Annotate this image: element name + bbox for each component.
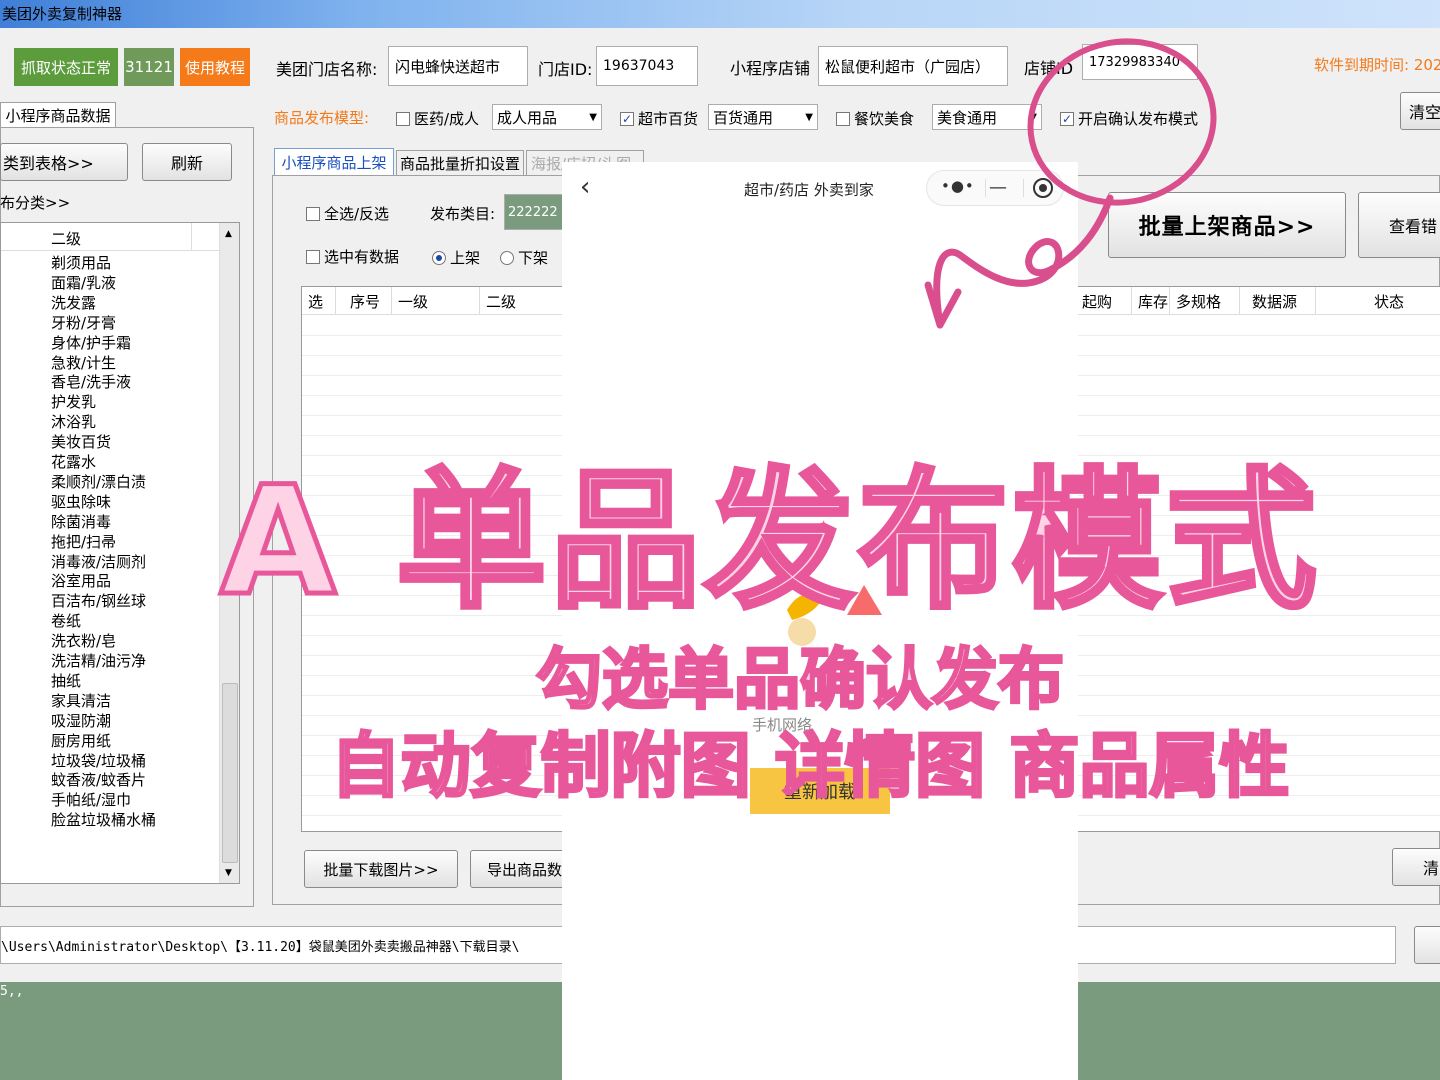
scroll-thumb[interactable]: [222, 683, 238, 863]
list-item[interactable]: 牙粉/牙膏: [51, 313, 116, 333]
checkbox-icon[interactable]: [306, 206, 320, 221]
list-item[interactable]: 抽纸: [51, 671, 81, 691]
col-index[interactable]: 序号: [336, 287, 392, 315]
tutorial-button[interactable]: 使用教程: [180, 48, 250, 86]
to-table-button[interactable]: 类到表格>>: [0, 143, 128, 181]
check-error-button[interactable]: 查看错: [1358, 192, 1440, 258]
list-item[interactable]: 沐浴乳: [51, 412, 96, 432]
scroll-down-icon[interactable]: ▼: [225, 868, 232, 878]
list-item[interactable]: 剃须用品: [51, 253, 111, 273]
tab-mini-program-listing[interactable]: 小程序商品上架: [274, 148, 394, 176]
col-select[interactable]: 选: [302, 287, 336, 315]
publish-category-field[interactable]: 222222: [504, 194, 564, 230]
list-item[interactable]: 脸盆垃圾桶水桶: [51, 810, 156, 830]
clear-button[interactable]: 清空: [1400, 92, 1440, 130]
publish-category-label: 发布类目:: [430, 205, 496, 223]
list-item[interactable]: 护发乳: [51, 392, 96, 412]
list-item[interactable]: 垃圾袋/垃圾桶: [51, 751, 146, 771]
list-item[interactable]: 家具清洁: [51, 691, 111, 711]
dropdown-arrow-icon: ▼: [805, 111, 813, 123]
column-header: 二级: [51, 230, 82, 248]
list-header: 二级: [1, 223, 219, 251]
section-label: 布分类>>: [0, 194, 71, 212]
col-level2[interactable]: 二级: [480, 287, 570, 315]
col-status[interactable]: 状态: [1316, 287, 1440, 315]
list-item[interactable]: 洗衣粉/皂: [51, 631, 116, 651]
mini-store-label: 小程序店铺: [730, 59, 811, 78]
radio-icon[interactable]: [500, 250, 514, 265]
download-images-button[interactable]: 批量下载图片>>: [304, 850, 458, 888]
overlay-headline: A 单品发布模式: [218, 453, 1321, 632]
dropdown-arrow-icon: ▼: [589, 111, 597, 123]
list-item[interactable]: 香皂/洗手液: [51, 372, 131, 392]
list-item[interactable]: 美妆百货: [51, 432, 111, 452]
list-item[interactable]: 面霜/乳液: [51, 273, 116, 293]
list-item[interactable]: 蚊香液/蚊香片: [51, 770, 146, 790]
list-item[interactable]: 吸湿防潮: [51, 711, 111, 731]
col-data-source[interactable]: 数据源: [1240, 287, 1316, 315]
right-bottom-button[interactable]: 清: [1392, 848, 1440, 886]
model-option-supermarket[interactable]: ✓ 超市百货: [620, 108, 698, 129]
list-item[interactable]: 柔顺剂/漂白渍: [51, 472, 146, 492]
list-item[interactable]: 花露水: [51, 452, 96, 472]
radio-list-on[interactable]: 上架: [432, 247, 480, 268]
supermarket-combo[interactable]: 百货通用 ▼: [708, 104, 818, 130]
list-item[interactable]: 身体/护手霜: [51, 333, 131, 353]
list-item[interactable]: 手帕纸/湿巾: [51, 790, 131, 810]
medical-combo[interactable]: 成人用品 ▼: [492, 104, 602, 130]
annotation-circle-arrow: [924, 38, 1217, 329]
list-item[interactable]: 卷纸: [51, 611, 81, 631]
count-badge: 31121: [124, 48, 174, 86]
checkbox-icon[interactable]: [836, 111, 850, 126]
store-name-label: 美团门店名称:: [276, 60, 378, 79]
model-option-medical[interactable]: 医药/成人: [396, 108, 479, 129]
store-id-label: 门店ID:: [538, 60, 593, 79]
list-item[interactable]: 驱虫除味: [51, 492, 111, 512]
checkbox-icon[interactable]: [396, 111, 410, 126]
publish-model-label: 商品发布模型:: [274, 109, 370, 127]
list-item[interactable]: 厨房用纸: [51, 731, 111, 751]
list-item[interactable]: 百洁布/钢丝球: [51, 591, 146, 611]
col-level1[interactable]: 一级: [392, 287, 480, 315]
radio-selected-icon[interactable]: [432, 250, 446, 265]
list-item[interactable]: 洗发露: [51, 293, 96, 313]
category-list[interactable]: 二级 剃须用品 面霜/乳液 洗发露 牙粉/牙膏 身体/护手霜 急救/计生 香皂/洗手液 护发乳…: [0, 222, 240, 884]
window-titlebar: 美团外卖复制神器: [0, 0, 1440, 28]
select-all-toggle[interactable]: 全选/反选: [306, 203, 389, 224]
window-title: 美团外卖复制神器: [2, 5, 123, 23]
refresh-button[interactable]: 刷新: [142, 143, 232, 181]
overlay-line1: 勾选单品确认发布: [535, 640, 1066, 720]
log-text: 5,,: [0, 984, 24, 999]
status-button[interactable]: 抓取状态正常: [14, 48, 118, 86]
radio-list-off[interactable]: 下架: [500, 247, 548, 268]
back-arrow-icon[interactable]: ‹: [580, 172, 590, 202]
selected-has-data-toggle[interactable]: 选中有数据: [306, 246, 399, 267]
scroll-up-icon[interactable]: ▲: [225, 229, 232, 239]
list-item[interactable]: 除菌消毒: [51, 512, 111, 532]
checkbox-icon[interactable]: [306, 249, 320, 264]
column-divider: [191, 223, 192, 251]
store-name-field[interactable]: 闪电蜂快送超市: [388, 46, 528, 86]
tab-batch-discount[interactable]: 商品批量折扣设置: [396, 150, 524, 176]
path-button[interactable]: [1414, 926, 1440, 964]
checkbox-checked-icon[interactable]: ✓: [620, 111, 634, 126]
list-item[interactable]: 拖把/扫帚: [51, 532, 116, 552]
expiry-label: 软件到期时间: 202: [1314, 56, 1440, 74]
tab-mini-program-data[interactable]: 小程序商品数据: [0, 102, 116, 128]
mini-program-title: 超市/药店 外卖到家: [744, 181, 874, 199]
overlay-line2: 自动复制附图 详情图 商品属性: [329, 724, 1291, 809]
list-item[interactable]: 消毒液/洁厕剂: [51, 552, 146, 572]
list-item[interactable]: 浴室用品: [51, 571, 111, 591]
list-item[interactable]: 洗洁精/油污净: [51, 651, 146, 671]
store-id-field[interactable]: 19637043: [596, 46, 698, 86]
list-item[interactable]: 急救/计生: [51, 353, 116, 373]
